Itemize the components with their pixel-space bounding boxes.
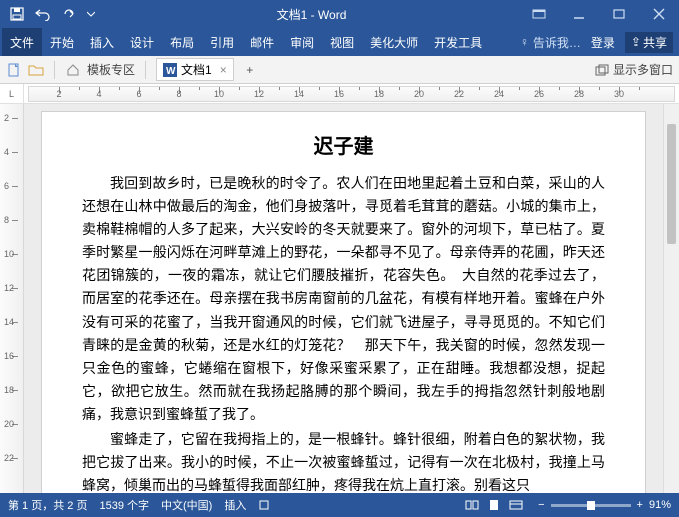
separator — [54, 61, 55, 79]
save-button[interactable] — [6, 3, 28, 25]
ruler-tick-label: 2 — [4, 113, 9, 123]
close-button[interactable] — [639, 0, 679, 28]
ruler-tick-label: 14 — [294, 89, 304, 99]
ruler-tick-label: 6 — [136, 89, 141, 99]
page-area[interactable]: 迟子建 我回到故乡时，已是晚秋的时令了。农人们在田地里起着土豆和白菜，采山的人还… — [24, 104, 663, 493]
ruler-tick-label: 12 — [254, 89, 264, 99]
zoom-slider-thumb[interactable] — [587, 501, 595, 510]
status-page[interactable]: 第 1 页，共 2 页 — [8, 497, 87, 513]
tell-me-search[interactable]: ♀ 告诉我… — [520, 34, 581, 51]
document-tab[interactable]: W 文档1 × — [156, 58, 234, 81]
word-doc-icon: W — [163, 63, 177, 77]
qat-dropdown[interactable] — [84, 3, 98, 25]
ruler-tick-label: 6 — [4, 181, 9, 191]
svg-text:W: W — [166, 66, 176, 77]
tell-me-label: 告诉我… — [533, 34, 581, 51]
zoom-out-button[interactable]: − — [538, 499, 544, 511]
ruler-tick-label: 10 — [4, 249, 14, 259]
ruler-tick-label: 30 — [614, 89, 624, 99]
horizontal-ruler[interactable]: 24681012141618202224262830 — [28, 86, 675, 102]
ruler-tick-label: 18 — [4, 385, 14, 395]
tab-insert[interactable]: 插入 — [82, 28, 122, 56]
add-tab-button[interactable]: + — [240, 60, 260, 80]
tab-home[interactable]: 开始 — [42, 28, 82, 56]
share-icon: ⇪ — [631, 35, 641, 49]
ruler-tick-label: 4 — [96, 89, 101, 99]
view-print-layout[interactable] — [484, 497, 504, 513]
window-title: 文档1 - Word — [104, 6, 519, 23]
ruler-tick-label: 10 — [214, 89, 224, 99]
lightbulb-icon: ♀ — [520, 35, 529, 49]
login-button[interactable]: 登录 — [585, 34, 621, 51]
ruler-tick-label: 20 — [4, 419, 14, 429]
vertical-scrollbar[interactable] — [663, 104, 679, 493]
document-heading: 迟子建 — [82, 130, 605, 159]
new-doc-icon[interactable] — [6, 62, 22, 78]
tab-developer[interactable]: 开发工具 — [426, 28, 490, 56]
home-icon — [65, 62, 81, 78]
ruler-tick-label: 2 — [56, 89, 61, 99]
scrollbar-thumb[interactable] — [667, 124, 676, 244]
tab-design[interactable]: 设计 — [122, 28, 162, 56]
tab-references[interactable]: 引用 — [202, 28, 242, 56]
status-insert-mode[interactable]: 插入 — [224, 497, 246, 513]
ruler-tick-label: 16 — [334, 89, 344, 99]
share-button[interactable]: ⇪ 共享 — [625, 32, 673, 53]
ruler-tick-label: 4 — [4, 147, 9, 157]
undo-button[interactable] — [32, 3, 54, 25]
ruler-corner: L — [0, 84, 24, 104]
ribbon-display-options[interactable] — [519, 0, 559, 28]
template-center-button[interactable]: 模板专区 — [65, 61, 135, 78]
ruler-tick-label: 20 — [414, 89, 424, 99]
ruler-tick-label: 18 — [374, 89, 384, 99]
document-tab-label: 文档1 — [181, 61, 212, 78]
ruler-tick-label: 26 — [534, 89, 544, 99]
ruler-tick-label: 22 — [4, 453, 14, 463]
multi-window-icon — [595, 64, 609, 76]
ruler-tick-label: 8 — [4, 215, 9, 225]
status-word-count[interactable]: 1539 个字 — [99, 497, 149, 513]
ruler-tick-label: 22 — [454, 89, 464, 99]
zoom-in-button[interactable]: + — [637, 499, 643, 511]
page: 迟子建 我回到故乡时，已是晚秋的时令了。农人们在田地里起着土豆和白菜，采山的人还… — [42, 112, 645, 493]
minimize-button[interactable] — [559, 0, 599, 28]
tab-mailings[interactable]: 邮件 — [242, 28, 282, 56]
vertical-ruler[interactable]: 2 4 6 8 10 12 14 16 18 20 22 — [0, 104, 24, 493]
status-language[interactable]: 中文(中国) — [161, 497, 212, 513]
zoom-slider[interactable] — [551, 504, 631, 507]
view-web-layout[interactable] — [506, 497, 526, 513]
share-label: 共享 — [643, 34, 667, 51]
redo-button[interactable] — [58, 3, 80, 25]
ruler-tick-label: 16 — [4, 351, 14, 361]
tab-view[interactable]: 视图 — [322, 28, 362, 56]
tab-beautify[interactable]: 美化大师 — [362, 28, 426, 56]
ruler-tick-label: 12 — [4, 283, 14, 293]
macro-record-icon[interactable] — [258, 499, 270, 511]
ruler-tick-label: 28 — [574, 89, 584, 99]
separator — [145, 61, 146, 79]
ruler-tick-label: 8 — [176, 89, 181, 99]
view-read-mode[interactable] — [462, 497, 482, 513]
paragraph: 蜜蜂走了，它留在我拇指上的，是一根蜂针。蜂针很细，附着白色的絮状物，我把它拔了出… — [82, 429, 605, 493]
maximize-button[interactable] — [599, 0, 639, 28]
tab-layout[interactable]: 布局 — [162, 28, 202, 56]
close-tab-icon[interactable]: × — [220, 63, 227, 77]
template-center-label: 模板专区 — [87, 61, 135, 78]
zoom-percent[interactable]: 91% — [649, 499, 671, 511]
multi-window-button[interactable]: 显示多窗口 — [613, 61, 673, 78]
ruler-tick-label: 14 — [4, 317, 14, 327]
paragraph: 我回到故乡时，已是晚秋的时令了。农人们在田地里起着土豆和白菜，采山的人还想在山林… — [82, 173, 605, 427]
tab-review[interactable]: 审阅 — [282, 28, 322, 56]
open-folder-icon[interactable] — [28, 62, 44, 78]
tab-file[interactable]: 文件 — [2, 28, 42, 56]
ruler-tick-label: 24 — [494, 89, 504, 99]
